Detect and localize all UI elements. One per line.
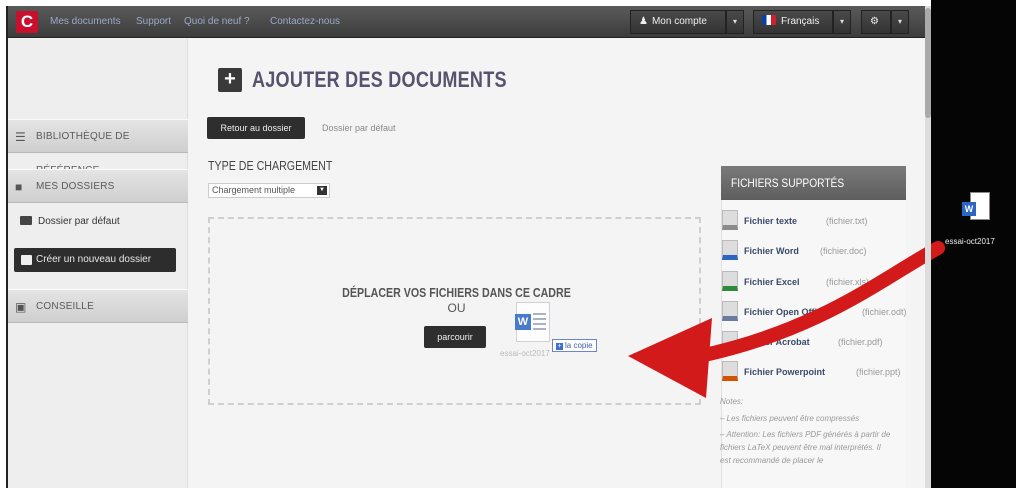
nav-link-quoi-de-neuf[interactable]: Quoi de neuf ?: [184, 16, 250, 27]
add-document-icon: +: [218, 68, 242, 92]
dragged-file-name: essai-oct2017: [500, 349, 550, 358]
sidebar-section-bibliotheque[interactable]: ☰ BIBLIOTHÈQUE DE RÉFÉRENCE: [8, 119, 188, 176]
sidebar-item-label: Dossier par défaut: [38, 216, 120, 227]
france-flag-icon: [762, 15, 776, 25]
plus-icon: +: [556, 343, 563, 350]
copy-tooltip-text: la copie: [565, 341, 593, 350]
account-label: Mon compte: [651, 16, 707, 27]
language-label: Français: [781, 16, 820, 27]
supported-files-header: FICHIERS SUPPORTÉS: [721, 166, 906, 200]
desktop-word-file-icon[interactable]: W: [962, 192, 992, 230]
add-folder-icon: [21, 255, 32, 265]
notes-title: Notes:: [720, 397, 744, 406]
file-type-extension: (fichier.odt): [862, 307, 907, 317]
app-logo[interactable]: C: [16, 11, 38, 33]
user-icon: ♟: [639, 16, 648, 27]
file-type-label: Fichier Acrobat: [744, 337, 810, 347]
drop-zone-instruction: DÉPLACER VOS FICHIERS DANS CE CADRE: [342, 285, 571, 300]
breadcrumb-current-folder: Dossier par défaut: [322, 123, 396, 133]
nav-link-mes-documents[interactable]: Mes documents: [50, 16, 121, 27]
gear-icon: ⚙: [870, 16, 879, 27]
language-chevron-down-icon[interactable]: ▾: [833, 10, 851, 34]
text-file-icon: [722, 210, 738, 230]
word-logo-icon: W: [962, 202, 976, 216]
supported-files-title: FICHIERS SUPPORTÉS: [731, 176, 845, 190]
powerpoint-file-icon: [722, 361, 738, 381]
file-type-extension: (fichier.ppt): [856, 367, 901, 377]
folder-icon: [20, 216, 32, 225]
sidebar-section-label: CONSEILLE: [36, 301, 94, 312]
file-type-extension: (fichier.txt): [826, 216, 868, 226]
create-folder-label: Créer un nouveau dossier: [36, 254, 152, 265]
advice-icon: ▣: [15, 300, 27, 314]
browse-button[interactable]: parcourir: [424, 326, 486, 348]
note-item: – Attention: Les fichiers PDF générés à …: [720, 430, 891, 465]
settings-button[interactable]: ⚙: [861, 10, 891, 34]
word-file-icon: [722, 240, 738, 260]
chevron-down-icon: ▼: [317, 186, 327, 195]
scrollbar-thumb[interactable]: [925, 8, 931, 118]
top-navbar: C Mes documents Support Quoi de neuf ? C…: [8, 6, 927, 38]
notes: – Les fichiers peuvent être compressés –…: [720, 412, 892, 470]
account-menu-button[interactable]: ♟ Mon compte: [630, 10, 726, 34]
copy-tooltip: + la copie: [552, 339, 597, 352]
note-item: – Les fichiers peuvent être compressés: [720, 414, 860, 423]
file-type-label: Fichier Powerpoint: [744, 367, 826, 377]
page-title: AJOUTER DES DOCUMENTS: [252, 67, 507, 92]
sidebar-item-dossier-par-defaut[interactable]: Dossier par défaut: [20, 216, 120, 227]
language-menu-button[interactable]: Français: [753, 10, 833, 34]
file-type-extension: (fichier.xls): [826, 277, 870, 287]
library-icon: ☰: [15, 130, 26, 144]
file-drop-zone[interactable]: DÉPLACER VOS FICHIERS DANS CE CADRE OU p…: [208, 217, 701, 405]
back-to-folder-button[interactable]: Retour au dossier: [207, 117, 305, 139]
create-folder-button[interactable]: Créer un nouveau dossier: [14, 248, 176, 272]
drop-zone-or: OU: [447, 301, 466, 315]
excel-file-icon: [722, 271, 738, 291]
nav-link-support[interactable]: Support: [136, 16, 171, 27]
settings-chevron-down-icon[interactable]: ▾: [891, 10, 909, 34]
upload-type-heading: TYPE DE CHARGEMENT: [208, 158, 333, 173]
sidebar-section-mes-dossiers[interactable]: ■ MES DOSSIERS: [8, 169, 188, 203]
dragged-word-file-icon: W: [515, 302, 550, 342]
file-type-label: Fichier Excel: [744, 277, 800, 287]
nav-link-contactez-nous[interactable]: Contactez-nous: [270, 16, 340, 27]
desktop-file-label: essai-oct2017: [945, 237, 995, 246]
file-type-extension: (fichier.pdf): [838, 337, 883, 347]
sidebar-section-conseille[interactable]: ▣ CONSEILLE: [8, 289, 188, 323]
openoffice-file-icon: [722, 301, 738, 321]
vertical-scrollbar[interactable]: [925, 6, 931, 488]
folder-icon: ■: [15, 180, 23, 194]
sidebar-section-label: MES DOSSIERS: [36, 181, 115, 192]
upload-type-select[interactable]: Chargement multiple ▼: [208, 183, 330, 198]
word-logo-icon: W: [515, 314, 531, 330]
upload-type-value: Chargement multiple: [212, 185, 296, 195]
sidebar: ☰ BIBLIOTHÈQUE DE RÉFÉRENCE ■ MES DOSSIE…: [8, 39, 188, 488]
file-type-extension: (fichier.doc): [820, 246, 867, 256]
file-type-label: Fichier Open Office: [744, 307, 828, 317]
account-chevron-down-icon[interactable]: ▾: [726, 10, 744, 34]
file-type-label: Fichier Word: [744, 246, 799, 256]
file-type-label: Fichier texte: [744, 216, 798, 226]
pdf-file-icon: [722, 331, 738, 351]
screenshot-frame: C Mes documents Support Quoi de neuf ? C…: [0, 0, 1016, 488]
